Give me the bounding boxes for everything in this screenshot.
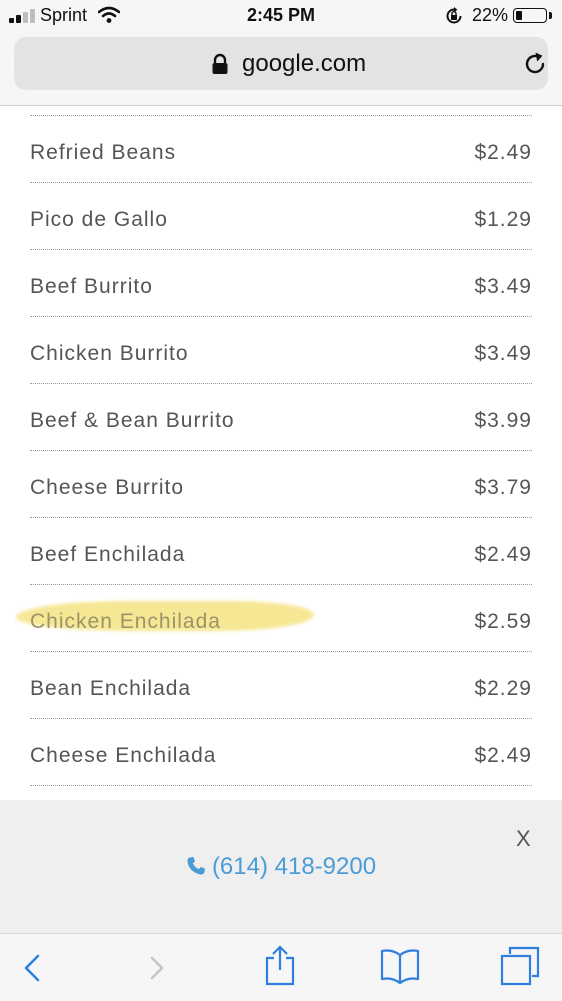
- item-name: Cheese Enchilada: [30, 744, 217, 767]
- battery-icon: [513, 8, 547, 23]
- phone-link[interactable]: (614) 418-9200: [0, 853, 562, 881]
- back-icon[interactable]: [20, 950, 44, 986]
- item-price: $2.29: [474, 677, 532, 700]
- bookmarks-icon[interactable]: [380, 948, 420, 984]
- item-name: Chicken Burrito: [30, 342, 189, 365]
- share-icon[interactable]: [264, 944, 296, 986]
- item-name: Bean Enchilada: [30, 677, 192, 700]
- menu-item: Chicken Enchilada $2.59: [16, 585, 532, 652]
- item-name: Chicken Enchilada: [30, 610, 221, 633]
- battery-percent: 22%: [472, 5, 509, 25]
- item-price: $3.49: [474, 275, 532, 298]
- call-panel: X (614) 418-9200: [0, 800, 562, 933]
- address-bar[interactable]: google.com: [14, 37, 548, 90]
- menu-item: Bean Enchilada $2.29: [30, 652, 532, 719]
- menu-item: Refried Beans $2.49: [30, 116, 532, 183]
- item-name: Beef & Bean Burrito: [30, 409, 235, 432]
- menu-divider: [30, 105, 532, 116]
- battery-tip: [549, 12, 552, 19]
- menu-item: Cheese Burrito $3.79: [30, 451, 532, 518]
- menu-list: Refried Beans $2.49 Pico de Gallo $1.29 Beef…: [16, 105, 532, 786]
- reload-icon[interactable]: [522, 51, 548, 77]
- phone-number[interactable]: (614) 418-9200: [212, 853, 376, 880]
- forward-icon[interactable]: [146, 950, 170, 986]
- item-price: $2.49: [474, 744, 532, 767]
- item-price: $2.49: [474, 543, 532, 566]
- browser-toolbar: [0, 933, 562, 1001]
- item-price: $3.99: [474, 409, 532, 432]
- item-price: $2.59: [474, 610, 532, 633]
- item-name: Pico de Gallo: [30, 208, 168, 231]
- item-name: Cheese Burrito: [30, 476, 185, 499]
- menu-item: Beef Enchilada $2.49: [30, 518, 532, 585]
- status-bar: Sprint 2:45 PM 22%: [0, 0, 562, 32]
- menu-item: Pico de Gallo $1.29: [30, 183, 532, 250]
- item-name: Beef Burrito: [30, 275, 153, 298]
- item-price: $3.49: [474, 342, 532, 365]
- item-name: Refried Beans: [30, 141, 177, 164]
- menu-item: Cheese Enchilada $2.49: [30, 719, 532, 786]
- rotation-lock-icon: [446, 7, 462, 24]
- item-price: $3.79: [474, 476, 532, 499]
- menu-item: Beef Burrito $3.49: [30, 250, 532, 317]
- browser-address-area: google.com: [0, 32, 562, 106]
- phone-icon: [187, 857, 205, 875]
- item-name: Beef Enchilada: [30, 543, 186, 566]
- tabs-icon[interactable]: [500, 946, 540, 986]
- url-text[interactable]: google.com: [242, 50, 366, 78]
- item-price: $1.29: [474, 208, 532, 231]
- close-button[interactable]: X: [516, 826, 531, 852]
- menu-item: Chicken Burrito $3.49: [30, 317, 532, 384]
- item-price: $2.49: [474, 141, 532, 164]
- menu-item: Beef & Bean Burrito $3.99: [30, 384, 532, 451]
- padlock-icon: [212, 53, 228, 74]
